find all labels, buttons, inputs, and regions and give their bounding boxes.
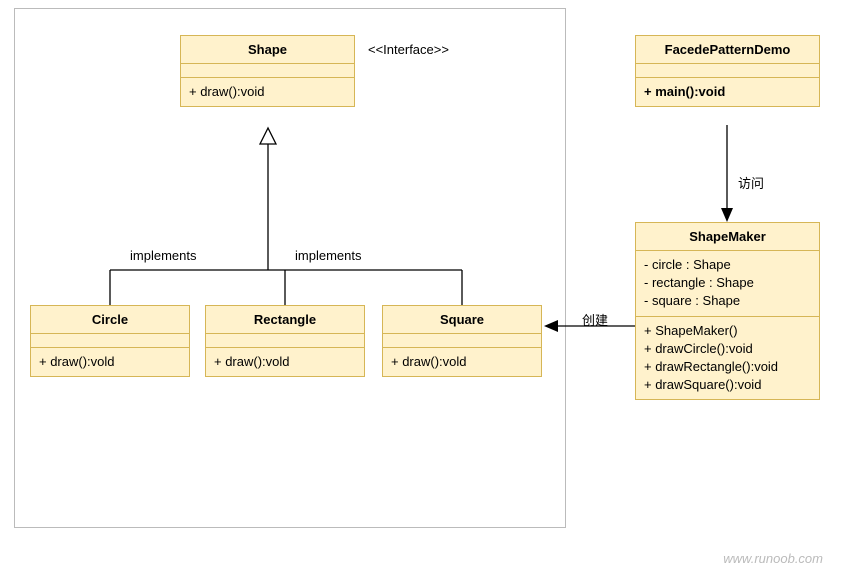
method-row: + draw():vold <box>391 353 533 371</box>
method-row: + draw():void <box>189 83 346 101</box>
class-rectangle-methods: + draw():vold <box>206 347 364 376</box>
class-square-methods: + draw():vold <box>383 347 541 376</box>
arrowhead-visit <box>721 208 733 222</box>
method-row: + drawSquare():void <box>644 376 811 394</box>
method-row: + draw():vold <box>39 353 181 371</box>
class-shapemaker-methods: + ShapeMaker() + drawCircle():void + dra… <box>636 316 819 400</box>
class-square-attributes <box>383 333 541 347</box>
class-shape-title: Shape <box>181 36 354 63</box>
class-circle-attributes <box>31 333 189 347</box>
attr-row: - square : Shape <box>644 292 811 310</box>
method-row: + drawCircle():void <box>644 340 811 358</box>
attr-row: - circle : Shape <box>644 256 811 274</box>
method-row: + draw():vold <box>214 353 356 371</box>
method-row: + main():void <box>644 83 811 101</box>
method-row: + ShapeMaker() <box>644 322 811 340</box>
class-square: Square + draw():vold <box>382 305 542 377</box>
class-shapemaker-title: ShapeMaker <box>636 223 819 250</box>
implements-label: implements <box>295 248 361 263</box>
class-shape-attributes <box>181 63 354 77</box>
implements-label: implements <box>130 248 196 263</box>
interface-stereotype: <<Interface>> <box>368 42 449 57</box>
class-shapemaker-attributes: - circle : Shape - rectangle : Shape - s… <box>636 250 819 316</box>
attribution: www.runoob.com <box>723 551 823 566</box>
class-facade-demo-title: FacedePatternDemo <box>636 36 819 63</box>
class-circle-methods: + draw():vold <box>31 347 189 376</box>
visit-label: 访问 <box>738 173 764 192</box>
class-facade-demo-attributes <box>636 63 819 77</box>
class-rectangle-title: Rectangle <box>206 306 364 333</box>
class-rectangle: Rectangle + draw():vold <box>205 305 365 377</box>
class-circle: Circle + draw():vold <box>30 305 190 377</box>
class-facade-demo: FacedePatternDemo + main():void <box>635 35 820 107</box>
class-shape-methods: + draw():void <box>181 77 354 106</box>
attr-row: - rectangle : Shape <box>644 274 811 292</box>
class-circle-title: Circle <box>31 306 189 333</box>
class-shapemaker: ShapeMaker - circle : Shape - rectangle … <box>635 222 820 400</box>
class-facade-demo-methods: + main():void <box>636 77 819 106</box>
create-label: 创建 <box>582 310 608 329</box>
class-shape: Shape + draw():void <box>180 35 355 107</box>
class-square-title: Square <box>383 306 541 333</box>
class-rectangle-attributes <box>206 333 364 347</box>
method-row: + drawRectangle():void <box>644 358 811 376</box>
